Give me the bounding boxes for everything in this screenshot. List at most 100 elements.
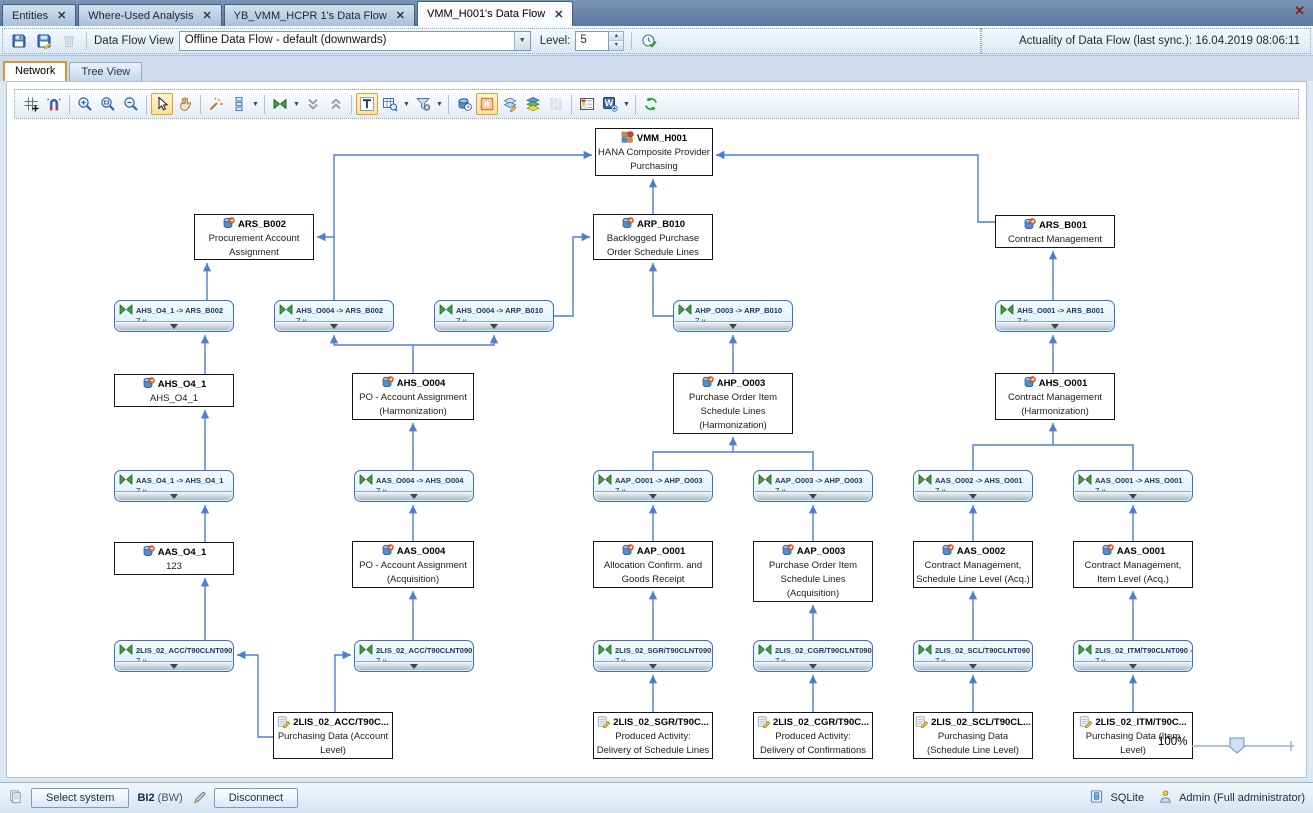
collapse-handle[interactable]	[1075, 491, 1191, 500]
layers-icon[interactable]	[522, 93, 544, 115]
document-tab-2[interactable]: YB_VMM_HCPR 1's Data Flow✕	[224, 4, 415, 26]
word-export-icon[interactable]: W	[599, 93, 621, 115]
transformation-node-TRF_AAS_O001_AHS_O001[interactable]: AAS_O001 -> AHS_O0017.x	[1073, 470, 1193, 502]
dropdown-caret-icon[interactable]: ▼	[251, 101, 260, 108]
edit-layers-icon[interactable]	[499, 93, 521, 115]
dropdown-caret-icon[interactable]: ▼	[622, 101, 631, 108]
transformation-node-TRF_AAS_O4_1_AHS_O4_1[interactable]: AAS_O4_1 -> AHS_O4_17.x	[114, 470, 234, 502]
collapse-handle[interactable]	[755, 491, 871, 500]
auto-layout-wand-icon[interactable]	[205, 93, 227, 115]
level-spinner[interactable]: ▲▼	[609, 31, 624, 51]
node-AAS_O4_1[interactable]: AAS_O4_1123	[114, 542, 234, 575]
document-tab-3[interactable]: VMM_H001's Data Flow✕	[417, 1, 573, 26]
transformation-node-TRF_AHS_O004_ARS_B002[interactable]: AHS_O004 -> ARS_B0027.x	[274, 300, 394, 332]
close-all-tabs-icon[interactable]: ✕	[1294, 4, 1305, 17]
legend-icon[interactable]	[576, 93, 598, 115]
transformation-node-TRF_AHS_O4_1_ARS_B002[interactable]: AHS_O4_1 -> ARS_B0027.x	[114, 300, 234, 332]
collapse-handle[interactable]	[755, 661, 871, 670]
collapse-handle[interactable]	[436, 321, 552, 330]
transformation-node-TRF_AHP_O003_ARP_B010[interactable]: AHP_O003 -> ARP_B0107.x	[673, 300, 793, 332]
magnet-icon[interactable]	[43, 93, 65, 115]
collapse-handle[interactable]	[356, 661, 472, 670]
collapse-handle[interactable]	[915, 491, 1031, 500]
sync-check-icon[interactable]	[639, 31, 659, 51]
close-tab-icon[interactable]: ✕	[554, 8, 563, 21]
zoom-out-icon[interactable]	[120, 93, 142, 115]
refresh-icon[interactable]	[640, 93, 662, 115]
transformation-node-TRF_AAP_O001_AHP_O003[interactable]: AAP_O001 -> AHP_O0037.x	[593, 470, 713, 502]
filter-settings-icon[interactable]	[412, 93, 434, 115]
node-DS_2LIS_02_ACC[interactable]: 2LIS_02_ACC/T90C...Purchasing Data (Acco…	[273, 712, 393, 759]
diagram-canvas[interactable]	[6, 81, 1307, 778]
dropdown-caret-icon[interactable]: ▼	[292, 101, 301, 108]
close-tab-icon[interactable]: ✕	[396, 9, 405, 22]
expand-all-icon[interactable]	[302, 93, 324, 115]
transformation-node-TRF_2LIS_02_CGR[interactable]: 2LIS_02_CGR/T90CLNT090 ->...7.x	[753, 640, 873, 672]
node-AHS_O004[interactable]: AHS_O004PO - Account Assignment(Harmoniz…	[352, 373, 474, 420]
node-ARS_B002[interactable]: ARS_B002Procurement AccountAssignment	[194, 214, 314, 260]
show-text-icon[interactable]	[356, 93, 378, 115]
close-tab-icon[interactable]: ✕	[202, 9, 211, 22]
node-AAS_O002[interactable]: AAS_O002Contract Management,Schedule Lin…	[913, 541, 1033, 588]
collapse-handle[interactable]	[595, 661, 711, 670]
transformation-node-TRF_AAP_O003_AHP_O003[interactable]: AAP_O003 -> AHP_O0037.x	[753, 470, 873, 502]
collapse-handle[interactable]	[595, 491, 711, 500]
node-AAP_O003[interactable]: AAP_O003Purchase Order ItemSchedule Line…	[753, 541, 873, 602]
spinner-down-icon[interactable]: ▼	[609, 40, 623, 50]
node-DS_2LIS_02_CGR[interactable]: 2LIS_02_CGR/T90C...Produced Activity:Del…	[753, 712, 873, 759]
collapse-handle[interactable]	[116, 491, 232, 500]
node-DS_2LIS_02_SCL[interactable]: 2LIS_02_SCL/T90CL...Purchasing Data(Sche…	[913, 712, 1033, 759]
collapse-handle[interactable]	[276, 321, 392, 330]
dropdown-caret-icon[interactable]: ▼	[435, 101, 444, 108]
collapse-handle[interactable]	[1075, 661, 1191, 670]
transformation-node-TRF_2LIS_02_ACC_A[interactable]: 2LIS_02_ACC/T90CLNT090 ->...7.x	[114, 640, 234, 672]
transformation-node-TRF_AAS_O004_AHS_O004[interactable]: AAS_O004 -> AHS_O0047.x	[354, 470, 474, 502]
level-input[interactable]: 5	[575, 31, 609, 51]
table-search-icon[interactable]	[379, 93, 401, 115]
spinner-up-icon[interactable]: ▲	[609, 32, 623, 41]
save-as-icon[interactable]	[34, 31, 54, 51]
collapse-all-icon[interactable]	[325, 93, 347, 115]
collapse-handle[interactable]	[915, 661, 1031, 670]
select-cursor-icon[interactable]	[151, 93, 173, 115]
node-AAS_O004[interactable]: AAS_O004PO - Account Assignment(Acquisit…	[352, 541, 474, 588]
dropdown-caret-icon[interactable]: ▼	[402, 101, 411, 108]
snap-grid-icon[interactable]	[20, 93, 42, 115]
collapse-handle[interactable]	[675, 321, 791, 330]
data-load-schedule-icon[interactable]	[453, 93, 475, 115]
node-AAS_O001[interactable]: AAS_O001Contract Management,Item Level (…	[1073, 541, 1193, 588]
collapse-handle[interactable]	[116, 661, 232, 670]
collapse-handle[interactable]	[356, 491, 472, 500]
select-system-button[interactable]: Select system	[31, 788, 129, 808]
transformation-node-TRF_2LIS_02_SCL[interactable]: 2LIS_02_SCL/T90CLNT090 ->...7.x	[913, 640, 1033, 672]
show-frames-icon[interactable]	[476, 93, 498, 115]
transformation-node-TRF_AAS_O002_AHS_O001[interactable]: AAS_O002 -> AHS_O0017.x	[913, 470, 1033, 502]
node-AAP_O001[interactable]: AAP_O001Allocation Confirm. andGoods Rec…	[593, 541, 713, 588]
document-tab-0[interactable]: Entities✕	[2, 4, 76, 26]
collapse-handle[interactable]	[116, 321, 232, 330]
disconnect-button[interactable]: Disconnect	[214, 788, 298, 808]
zoom-selection-icon[interactable]	[97, 93, 119, 115]
document-tab-1[interactable]: Where-Used Analysis✕	[78, 4, 221, 26]
tab-tree-view[interactable]: Tree View	[69, 62, 142, 81]
collapse-handle[interactable]	[997, 321, 1113, 330]
data-flow-dropdown[interactable]: Offline Data Flow - default (downwards) …	[179, 31, 531, 51]
node-AHS_O001[interactable]: AHS_O001Contract Management(Harmonizatio…	[995, 373, 1115, 420]
transformation-node-TRF_2LIS_02_ACC_B[interactable]: 2LIS_02_ACC/T90CLNT090 ->...7.x	[354, 640, 474, 672]
node-DS_2LIS_02_SGR[interactable]: 2LIS_02_SGR/T90C...Produced Activity:Del…	[593, 712, 713, 759]
transformation-node-TRF_AHS_O001_ARS_B001[interactable]: AHS_O001 -> ARS_B0017.x	[995, 300, 1115, 332]
log-icon[interactable]	[8, 789, 23, 808]
zoom-in-icon[interactable]	[74, 93, 96, 115]
node-AHP_O003[interactable]: AHP_O003Purchase Order ItemSchedule Line…	[673, 373, 793, 434]
node-ARS_B001[interactable]: ARS_B001Contract Management	[995, 215, 1115, 248]
transformation-node-TRF_AHS_O004_ARP_B010[interactable]: AHS_O004 -> ARP_B0107.x	[434, 300, 554, 332]
node-DS_2LIS_02_ITM[interactable]: 2LIS_02_ITM/T90C...Purchasing Data (Item…	[1073, 712, 1193, 759]
close-tab-icon[interactable]: ✕	[57, 9, 66, 22]
transformation-toggle-icon[interactable]	[269, 93, 291, 115]
save-icon[interactable]	[9, 31, 29, 51]
node-ARP_B010[interactable]: ARP_B010Backlogged PurchaseOrder Schedul…	[593, 214, 713, 260]
dropdown-arrow-icon[interactable]: ▼	[514, 32, 530, 50]
vertical-layout-icon[interactable]	[228, 93, 250, 115]
tab-network[interactable]: Network	[3, 61, 67, 81]
node-VMM_H001[interactable]: VMM_H001HANA Composite ProviderPurchasin…	[595, 128, 713, 176]
